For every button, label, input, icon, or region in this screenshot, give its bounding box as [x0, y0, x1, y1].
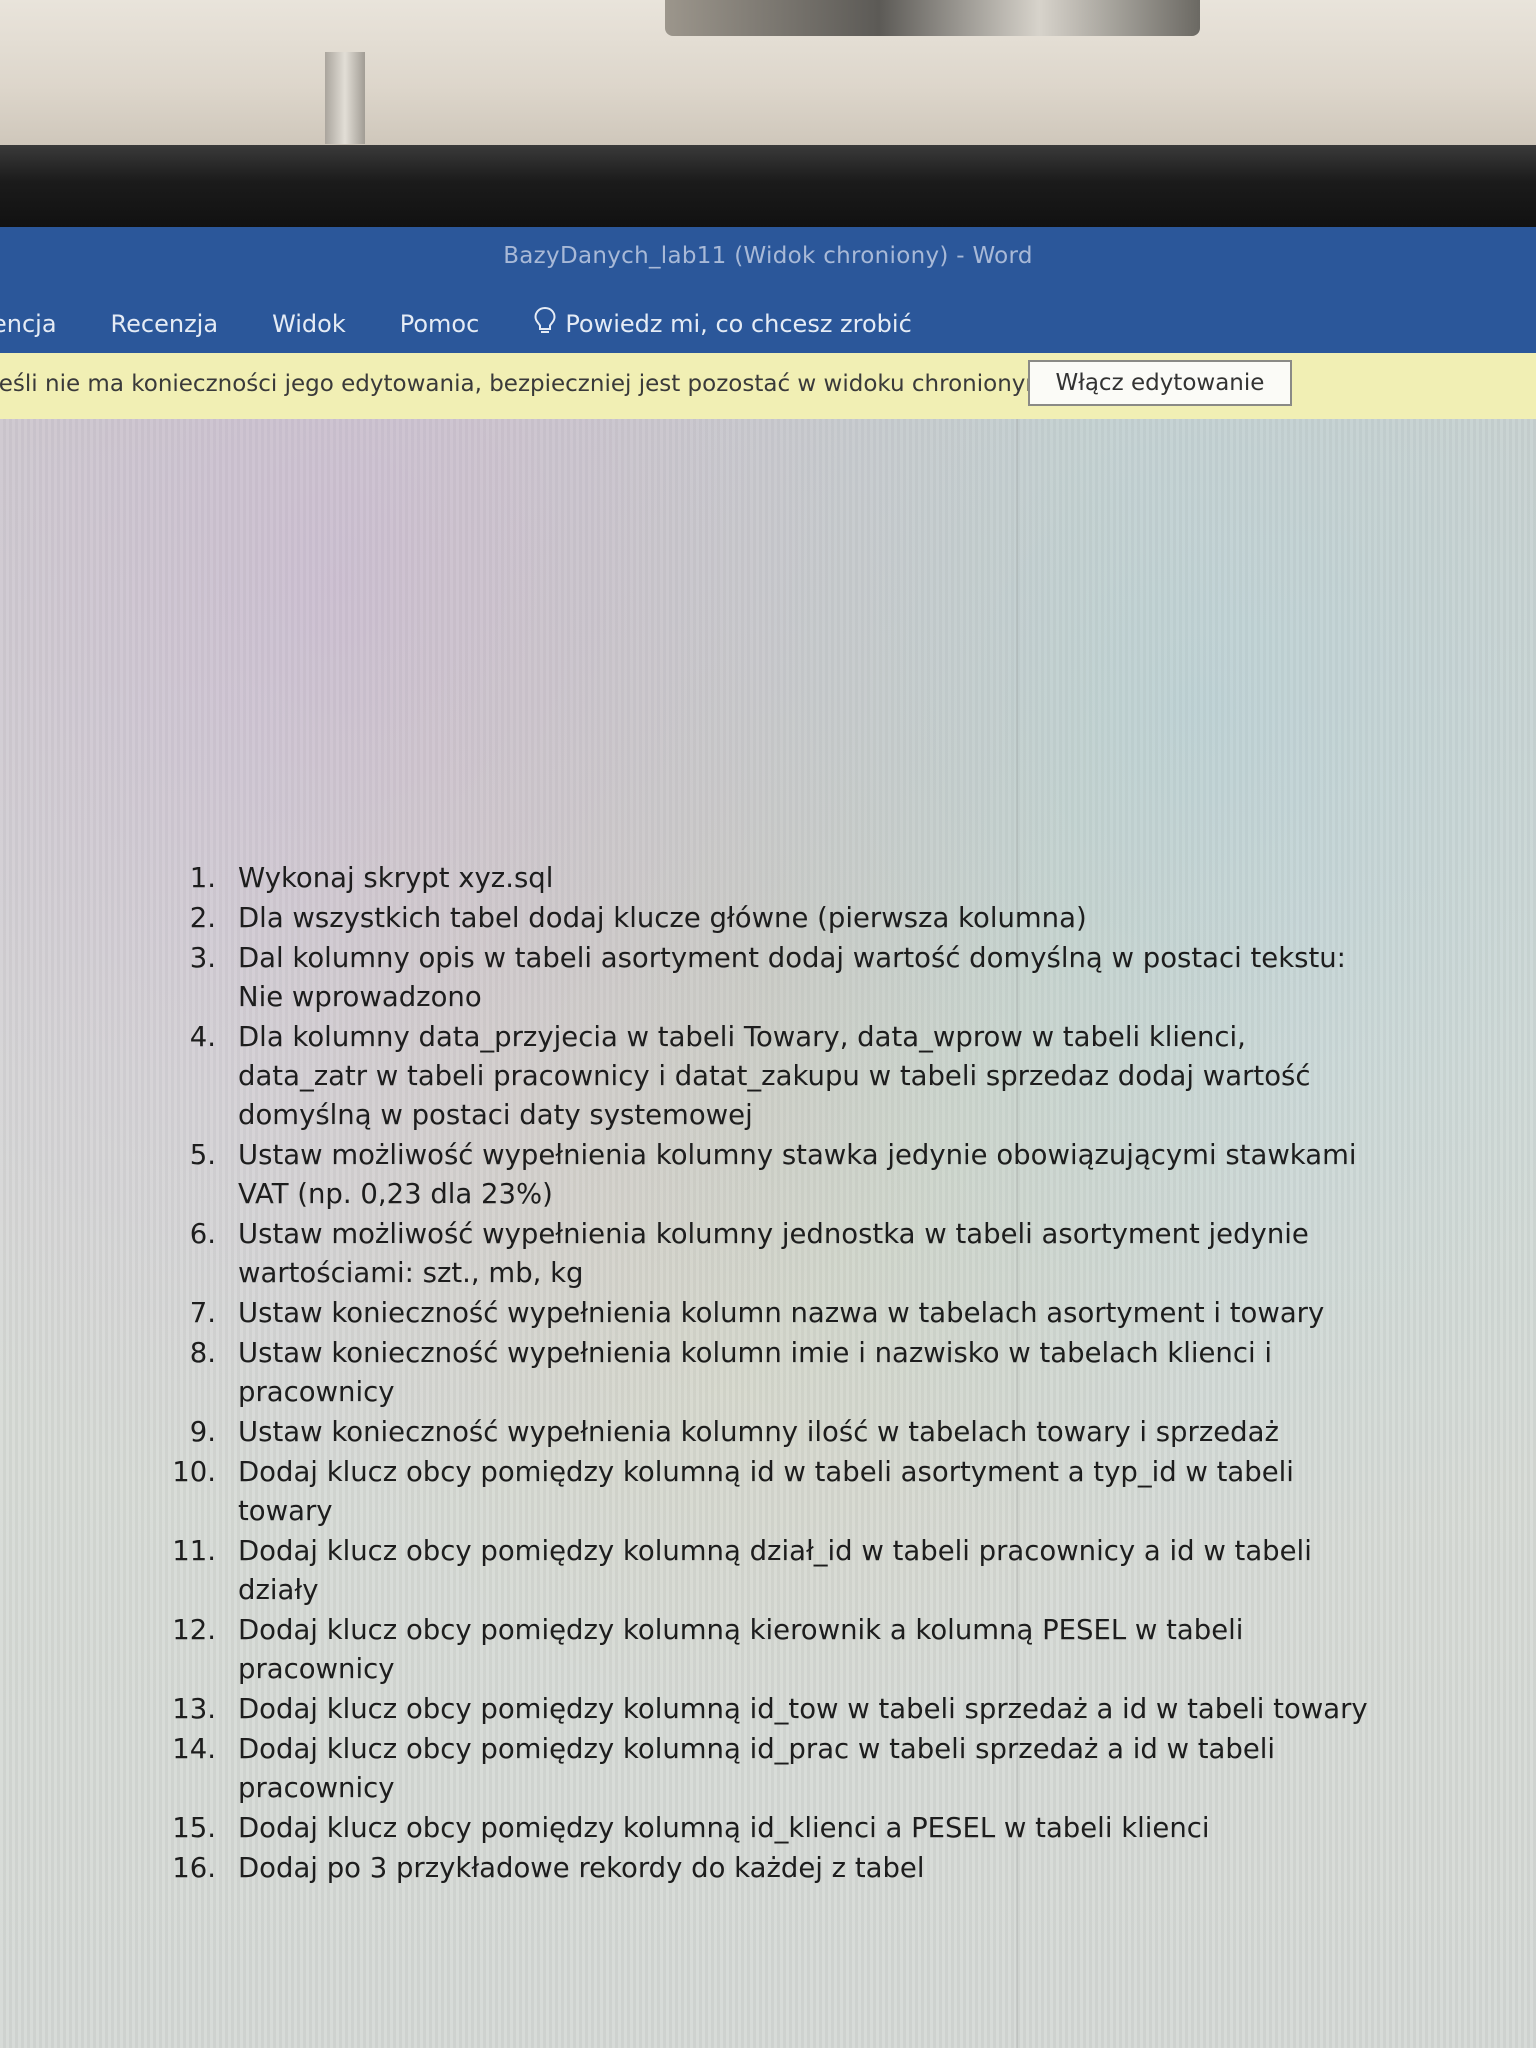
protected-view-bar: Jeśli nie ma konieczności jego edytowani…	[0, 353, 1536, 420]
tell-me-label: Powiedz mi, co chcesz zrobić	[565, 310, 912, 338]
tab-review[interactable]: Recenzja	[111, 310, 219, 338]
list-item: 8. Ustaw konieczność wypełnienia kolumn i…	[189, 1337, 1273, 1408]
document-page: 1. Wykonaj skrypt xyz.sql 2. Dla wszystkic…	[0, 419, 1536, 2048]
tell-me-search[interactable]: Powiedz mi, co chcesz zrobić	[533, 306, 912, 342]
list-item: 5. Ustaw możliwość wypełnienia kolumny st…	[189, 1139, 1357, 1210]
list-item: 4. Dla kolumny data_przyjecia w tabeli To…	[189, 1021, 1311, 1131]
ribbon-tabs: encja Recenzja Widok Pomoc Powiedz mi, c…	[0, 306, 912, 342]
enable-editing-button[interactable]: Włącz edytowanie	[1028, 360, 1292, 406]
tab-view[interactable]: Widok	[272, 310, 346, 338]
list-item: 7. Ustaw konieczność wypełnienia kolumn n…	[189, 1297, 1325, 1329]
word-window: BazyDanych_lab11 (Widok chroniony) - Wor…	[0, 227, 1536, 2048]
list-item: 10. Dodaj klucz obcy pomiędzy kolumną id …	[172, 1456, 1294, 1527]
window-title: BazyDanych_lab11 (Widok chroniony) - Wor…	[503, 243, 1033, 269]
tab-help[interactable]: Pomoc	[400, 310, 480, 338]
monitor-bezel	[0, 145, 1536, 227]
list-item: 16. Dodaj po 3 przykładowe rekordy do każ…	[172, 1852, 925, 1884]
ceiling-pipe	[325, 52, 365, 144]
tab-references[interactable]: encja	[0, 310, 57, 338]
title-bar: BazyDanych_lab11 (Widok chroniony) - Wor…	[0, 227, 1536, 353]
list-item: 9. Ustaw konieczność wypełnienia kolumny …	[189, 1416, 1279, 1448]
list-item: 14. Dodaj klucz obcy pomiędzy kolumną id_…	[172, 1733, 1276, 1804]
lightbulb-icon	[533, 306, 565, 342]
task-list: 1. Wykonaj skrypt xyz.sql 2. Dla wszystkic…	[140, 859, 1380, 1889]
list-item: 12. Dodaj klucz obcy pomiędzy kolumną kie…	[172, 1614, 1244, 1685]
office-ceiling	[0, 0, 1536, 145]
list-item: 1. Wykonaj skrypt xyz.sql	[189, 862, 554, 894]
list-item: 13. Dodaj klucz obcy pomiędzy kolumną id_…	[172, 1693, 1368, 1725]
list-item: 2. Dla wszystkich tabel dodaj klucze głów…	[189, 902, 1087, 934]
list-item: 6. Ustaw możliwość wypełnienia kolumny je…	[189, 1218, 1309, 1289]
protected-view-message: Jeśli nie ma konieczności jego edytowani…	[0, 371, 1056, 397]
list-item: 15. Dodaj klucz obcy pomiędzy kolumną id_…	[172, 1812, 1210, 1844]
list-item: 11. Dodaj klucz obcy pomiędzy kolumną dzi…	[172, 1535, 1312, 1606]
list-item: 3. Dal kolumny opis w tabeli asortyment d…	[189, 942, 1346, 1013]
ceiling-lamp	[665, 0, 1200, 36]
